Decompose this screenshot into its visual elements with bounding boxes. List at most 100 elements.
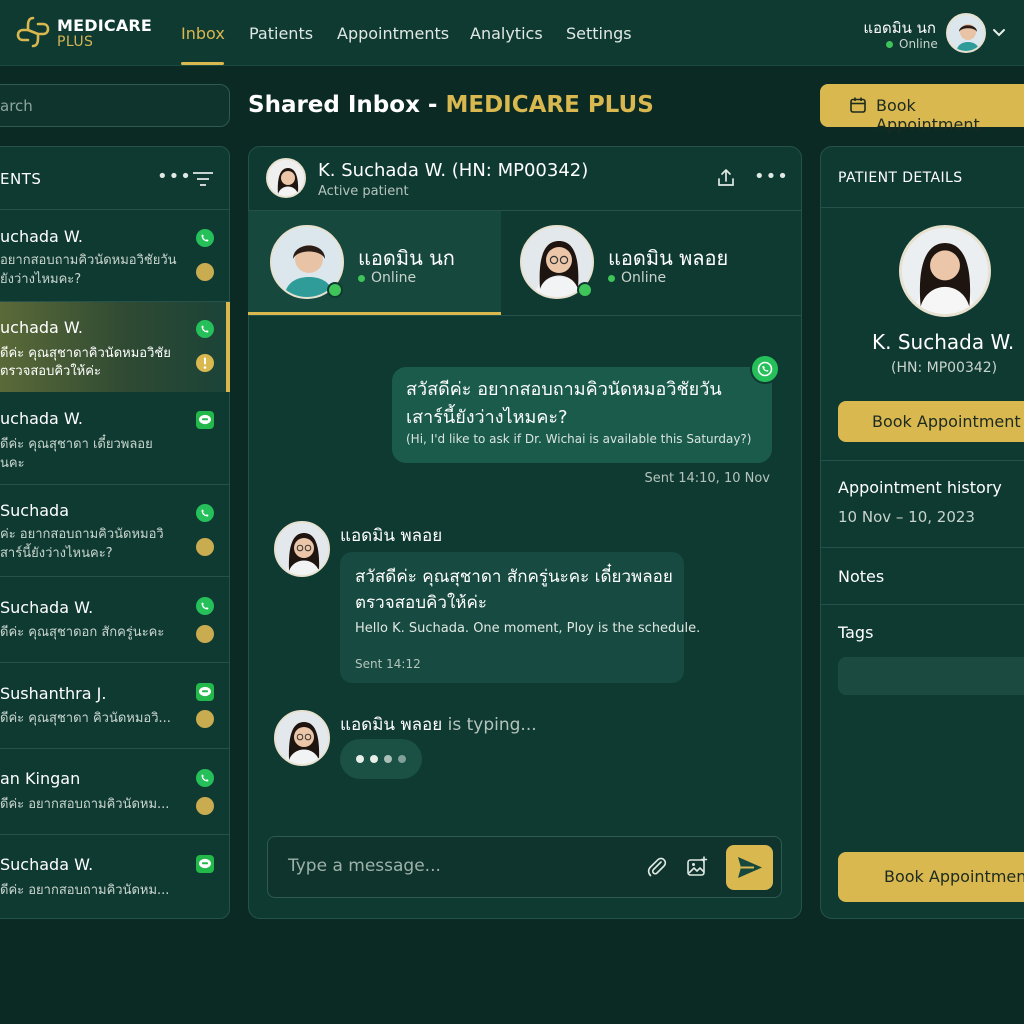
list-item-preview: ดีค่ะ อยากสอบถามคิวนัดหม...	[0, 883, 170, 898]
divider	[820, 547, 1024, 548]
divider	[820, 604, 1024, 605]
nav-active-underline	[181, 62, 224, 65]
paperclip-icon[interactable]	[646, 856, 668, 878]
outgoing-message-translation: (Hi, I'd like to ask if Dr. Wichai is av…	[406, 432, 752, 446]
list-item-name: Suchada	[0, 501, 69, 520]
nav-analytics[interactable]: Analytics	[470, 24, 543, 43]
list-item-preview-2: นคะ	[0, 456, 25, 471]
list-item-name: an Kingan	[0, 769, 81, 788]
message-input-placeholder: Type a message...	[288, 856, 441, 876]
typing-dot	[384, 755, 392, 763]
typing-dot	[398, 755, 406, 763]
list-item-preview: ดีค่ะ คุณสุชาดา เดี๋ยวพลอย	[0, 437, 153, 452]
list-item-preview: ค่ะ อยากสอบถามคิวนัดหมอวิ	[0, 527, 164, 542]
selected-indicator	[226, 302, 230, 392]
list-item[interactable]	[0, 749, 230, 834]
notes-label[interactable]: Notes	[838, 567, 884, 586]
share-icon[interactable]	[716, 168, 736, 188]
list-item-name: Sushanthra J.	[0, 684, 107, 703]
online-indicator	[327, 282, 343, 298]
search-input[interactable]	[0, 84, 230, 127]
list-item-preview: อยากสอบถามคิวนัดหมอวิชัยวัน	[0, 253, 177, 268]
page-title-brand: MEDICARE PLUS	[445, 92, 654, 118]
list-item-preview-2: ยังว่างไหมคะ?	[0, 272, 82, 287]
line-app-icon	[196, 683, 214, 701]
list-item-preview: ดีค่ะ คุณสุชาดา คิวนัดหมอวิ...	[0, 711, 171, 726]
medicare-logo-icon	[16, 16, 50, 48]
alert-icon	[196, 354, 214, 372]
pending-dot-icon	[196, 625, 214, 643]
calendar-icon	[850, 97, 866, 113]
user-avatar[interactable]	[946, 13, 986, 53]
patient-list-title: ENTS	[0, 170, 42, 188]
online-indicator	[577, 282, 593, 298]
list-item-preview: ดีค่ะ คุณสุชาดาคิวนัดหมอวิชัย	[0, 346, 171, 361]
list-item-preview-2: สาร์นี้ยังว่างไหนคะ?	[0, 546, 113, 561]
patient-avatar[interactable]	[266, 158, 306, 198]
outgoing-message-text: สวัสดีค่ะ อยากสอบถามคิวนัดหมอวิชัยวัน เสา…	[406, 379, 722, 428]
typing-dot	[356, 755, 364, 763]
send-button[interactable]	[726, 845, 773, 890]
agent-status: Online	[608, 270, 666, 286]
list-item-name: Suchada W.	[0, 855, 94, 874]
incoming-message-text: สวัสดีค่ะ คุณสุชาดา สักครู่นะคะ เดี๋ยวพล…	[355, 567, 673, 613]
chevron-down-icon[interactable]	[992, 26, 1006, 40]
nav-settings[interactable]: Settings	[566, 24, 632, 43]
list-item-preview-2: ตรวจสอบคิวให้ค่ะ	[0, 364, 101, 379]
person-icon	[902, 228, 988, 314]
list-item[interactable]	[0, 577, 230, 662]
details-patient-name: K. Suchada W.	[872, 330, 1015, 354]
pending-dot-icon	[196, 710, 214, 728]
sender-avatar	[274, 521, 330, 577]
details-book-appointment-label: Book Appointment	[872, 412, 1021, 431]
tags-input[interactable]	[838, 657, 1024, 695]
typing-avatar	[274, 710, 330, 766]
list-item-name: Suchada W.	[0, 598, 94, 617]
details-title: PATIENT DETAILS	[838, 170, 963, 186]
divider	[820, 460, 1024, 461]
list-item[interactable]	[0, 663, 230, 748]
chat-more-icon[interactable]: •••	[754, 166, 789, 187]
chat-patient-status: Active patient	[318, 184, 409, 199]
typing-indicator-text: แอดมิน พลอย is typing...	[340, 715, 537, 735]
whatsapp-icon	[196, 504, 214, 522]
outgoing-message-time: Sent 14:10, 10 Nov	[644, 471, 771, 486]
pending-dot-icon	[196, 263, 214, 281]
brand-name: MEDICARE	[57, 16, 153, 35]
line-app-icon	[196, 855, 214, 873]
details-book-appointment-label-bottom: Book Appointment	[884, 867, 1024, 886]
details-patient-hn: (HN: MP00342)	[891, 360, 998, 376]
nav-patients[interactable]: Patients	[249, 24, 313, 43]
typing-dot	[370, 755, 378, 763]
divider	[820, 207, 1024, 208]
nav-appointments[interactable]: Appointments	[337, 24, 449, 43]
agent-status: Online	[358, 270, 416, 286]
list-item-name: uchada W.	[0, 409, 83, 428]
whatsapp-icon	[196, 320, 214, 338]
whatsapp-icon	[196, 769, 214, 787]
incoming-message-translation: Hello K. Suchada. One moment, Ploy is th…	[355, 621, 701, 636]
sender-name: แอดมิน พลอย	[340, 526, 443, 546]
filter-icon[interactable]	[192, 170, 214, 188]
current-user-status: Online	[886, 37, 938, 51]
list-item[interactable]	[0, 835, 230, 918]
chat-patient-name: K. Suchada W. (HN: MP00342)	[318, 160, 589, 181]
book-appointment-label: Book Appointment	[876, 96, 980, 134]
nav-inbox[interactable]: Inbox	[181, 24, 225, 43]
more-options-icon[interactable]: •••	[157, 166, 192, 187]
appointment-history-value: 10 Nov – 10, 2023	[838, 508, 975, 526]
list-item-preview: ดีค่ะ คุณสุชาดอก สักครู่นะคะ	[0, 625, 165, 640]
image-upload-icon[interactable]	[686, 856, 708, 878]
patient-photo	[899, 225, 991, 317]
search-placeholder: arch	[0, 97, 33, 115]
divider	[248, 315, 802, 316]
whatsapp-icon	[196, 229, 214, 247]
line-app-icon	[196, 411, 214, 429]
list-item-name: uchada W.	[0, 227, 83, 246]
user-status-label: Online	[899, 37, 938, 51]
tags-label: Tags	[838, 623, 874, 642]
list-item-name: uchada W.	[0, 318, 83, 337]
appointment-history-label[interactable]: Appointment history	[838, 478, 1002, 497]
page-title-prefix: Shared Inbox -	[248, 92, 446, 118]
list-item-preview: ดีค่ะ อยากสอบถามคิวนัดหม...	[0, 797, 170, 812]
